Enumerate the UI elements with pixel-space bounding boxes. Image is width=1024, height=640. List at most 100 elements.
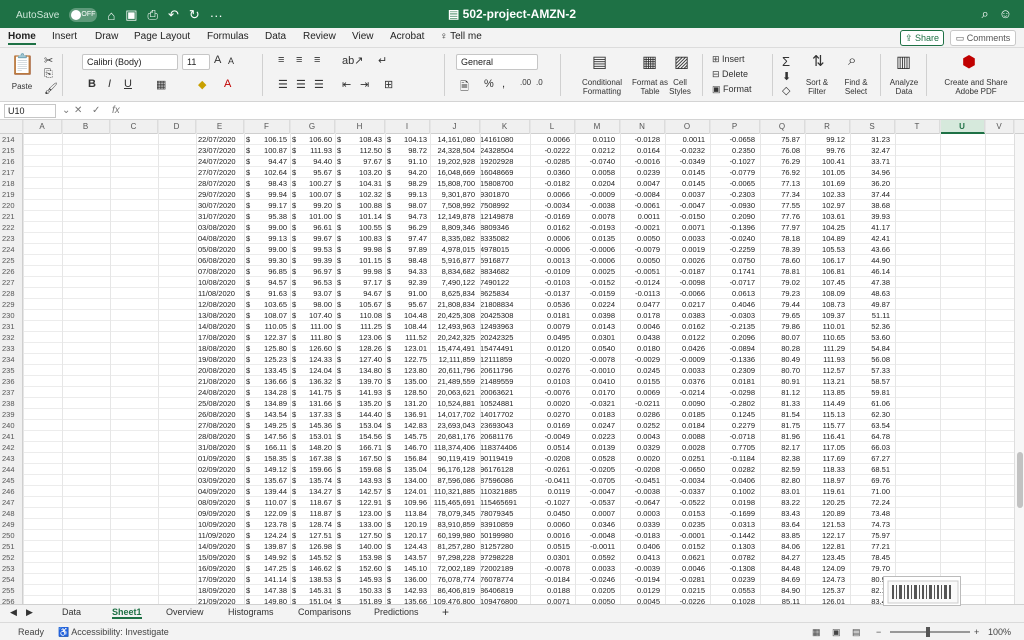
cell-j[interactable]: 12,149,878	[430, 211, 475, 222]
cell-f[interactable]: 134.28	[244, 387, 287, 398]
format-painter-icon[interactable]: 🖌	[44, 82, 58, 95]
cell-i[interactable]: 98.72	[385, 145, 427, 156]
cell-g[interactable]: 107.40	[290, 310, 332, 321]
cell-q[interactable]: 78.39	[760, 244, 800, 255]
cell-h[interactable]: 108.43	[335, 134, 382, 145]
cell-k[interactable]: 24328504	[480, 145, 529, 156]
comments-button[interactable]: ▭ Comments	[950, 30, 1016, 46]
cell-h[interactable]: 101.14	[335, 211, 382, 222]
cell-n[interactable]: 0.0180	[620, 343, 660, 354]
cell-l[interactable]: -0.0208	[530, 453, 570, 464]
cell-l[interactable]: 0.0270	[530, 409, 570, 420]
cell-r[interactable]: 102.33	[805, 189, 845, 200]
column-header-f[interactable]: F	[244, 120, 290, 134]
cell-e[interactable]: 26/08/2020	[198, 409, 243, 420]
cell-l[interactable]: 0.0016	[530, 530, 570, 541]
row-header[interactable]: 255	[0, 585, 23, 596]
cell-r[interactable]: 116.41	[805, 431, 845, 442]
cell-j[interactable]: 60,199,980	[430, 530, 475, 541]
cell-l[interactable]: -0.0169	[530, 211, 570, 222]
cell-l[interactable]: -0.1027	[530, 497, 570, 508]
cell-e[interactable]: 06/08/2020	[198, 255, 243, 266]
cell-p[interactable]: 0.0782	[710, 552, 755, 563]
cell-n[interactable]: -0.0061	[620, 200, 660, 211]
cell-r[interactable]: 99.12	[805, 134, 845, 145]
cell-q[interactable]: 78.18	[760, 233, 800, 244]
cell-r[interactable]: 115.13	[805, 409, 845, 420]
cell-i[interactable]: 94.33	[385, 266, 427, 277]
cell-o[interactable]: 0.0026	[665, 255, 705, 266]
cell-g[interactable]: 124.04	[290, 365, 332, 376]
cell-j[interactable]: 19,202,928	[430, 156, 475, 167]
cell-s[interactable]: 57.33	[850, 365, 890, 376]
cell-r[interactable]: 125.37	[805, 585, 845, 596]
align-right-icon[interactable]: ☰	[314, 78, 324, 91]
cell-k[interactable]: 15808700	[480, 178, 529, 189]
cell-q[interactable]: 76.92	[760, 167, 800, 178]
cell-q[interactable]: 84.90	[760, 585, 800, 596]
cell-l[interactable]: -0.0049	[530, 431, 570, 442]
cell-m[interactable]: -0.0009	[575, 189, 615, 200]
cell-l[interactable]: 0.0169	[530, 420, 570, 431]
cell-e[interactable]: 01/09/2020	[198, 453, 243, 464]
cell-g[interactable]: 148.20	[290, 442, 332, 453]
cell-q[interactable]: 84.48	[760, 563, 800, 574]
tab-formulas[interactable]: Formulas	[207, 31, 249, 42]
enter-icon[interactable]: ✓	[92, 105, 100, 116]
cell-f[interactable]: 108.07	[244, 310, 287, 321]
cell-m[interactable]: 0.0139	[575, 442, 615, 453]
cell-o[interactable]: 0.0162	[665, 321, 705, 332]
cell-i[interactable]: 156.84	[385, 453, 427, 464]
cell-l[interactable]: -0.0078	[530, 563, 570, 574]
cell-q[interactable]: 79.23	[760, 288, 800, 299]
cell-k[interactable]: 12493963	[480, 321, 529, 332]
cell-s[interactable]: 77.21	[850, 541, 890, 552]
cell-n[interactable]: 0.0178	[620, 310, 660, 321]
cell-g[interactable]: 153.01	[290, 431, 332, 442]
cell-s[interactable]: 36.20	[850, 178, 890, 189]
cell-r[interactable]: 103.61	[805, 211, 845, 222]
cell-e[interactable]: 27/07/2020	[198, 167, 243, 178]
sheet-tab-histograms[interactable]: Histograms	[228, 607, 274, 617]
cell-n[interactable]: 0.0046	[620, 321, 660, 332]
cell-j[interactable]: 72,002,189	[430, 563, 475, 574]
cell-r[interactable]: 106.81	[805, 266, 845, 277]
fill-color-icon[interactable]: ◆	[198, 78, 206, 91]
cell-k[interactable]: 15474491	[480, 343, 529, 354]
cell-o[interactable]: 0.0046	[665, 563, 705, 574]
increase-decimal-icon[interactable]: .00	[520, 78, 531, 87]
cell-l[interactable]: 0.0006	[530, 233, 570, 244]
cell-o[interactable]: 0.0153	[665, 508, 705, 519]
cell-i[interactable]: 104.13	[385, 134, 427, 145]
cell-l[interactable]: 0.0301	[530, 552, 570, 563]
scrollbar-thumb[interactable]	[1017, 452, 1023, 508]
cell-o[interactable]: -0.0349	[665, 156, 705, 167]
cell-s[interactable]: 58.57	[850, 376, 890, 387]
tab-acrobat[interactable]: Acrobat	[390, 31, 424, 42]
column-header-v[interactable]: V	[985, 120, 1014, 134]
cell-f[interactable]: 99.94	[244, 189, 287, 200]
row-header[interactable]: 256	[0, 596, 23, 604]
cell-n[interactable]: 0.0047	[620, 178, 660, 189]
row-header[interactable]: 219	[0, 189, 23, 200]
cell-j[interactable]: 118,374,406	[430, 442, 475, 453]
cell-g[interactable]: 99.53	[290, 244, 332, 255]
cell-n[interactable]: 0.0438	[620, 332, 660, 343]
cell-l[interactable]: 0.0119	[530, 486, 570, 497]
cell-q[interactable]: 77.13	[760, 178, 800, 189]
cell-k[interactable]: 83910859	[480, 519, 529, 530]
cell-h[interactable]: 128.26	[335, 343, 382, 354]
cell-i[interactable]: 131.20	[385, 398, 427, 409]
cell-h[interactable]: 100.83	[335, 233, 382, 244]
cell-m[interactable]: -0.0246	[575, 574, 615, 585]
cell-r[interactable]: 110.01	[805, 321, 845, 332]
cell-j[interactable]: 21,489,559	[430, 376, 475, 387]
cell-e[interactable]: 12/08/2020	[198, 299, 243, 310]
cell-o[interactable]: 0.0028	[665, 442, 705, 453]
cell-f[interactable]: 122.09	[244, 508, 287, 519]
cell-p[interactable]: -0.2303	[710, 189, 755, 200]
cell-e[interactable]: 10/08/2020	[198, 277, 243, 288]
cell-k[interactable]: 7508992	[480, 200, 529, 211]
row-header[interactable]: 240	[0, 420, 23, 431]
cell-l[interactable]: 0.0450	[530, 508, 570, 519]
